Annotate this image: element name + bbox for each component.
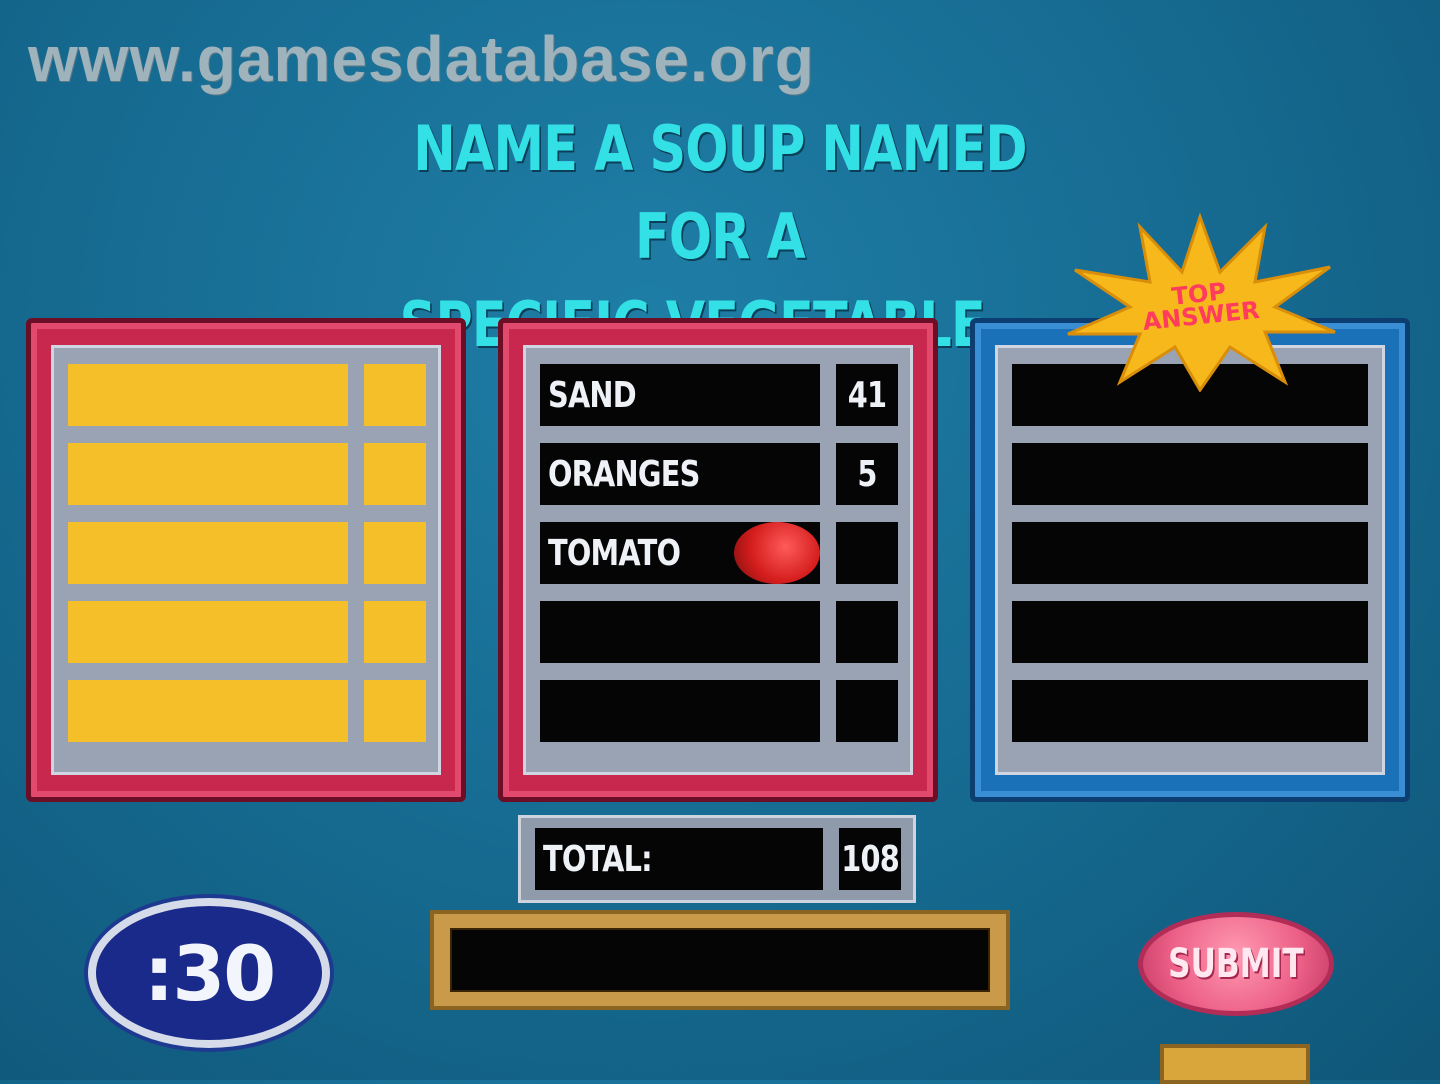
answer-row: TOMATO bbox=[540, 522, 898, 584]
answer-row: SAND 41 bbox=[540, 364, 898, 426]
hidden-answer-tile bbox=[68, 522, 348, 584]
answer-text: TOMATO bbox=[540, 522, 820, 584]
bottom-tab bbox=[1160, 1044, 1310, 1084]
left-board-grid bbox=[51, 345, 441, 775]
answer-text bbox=[540, 601, 820, 663]
total-value: 108 bbox=[839, 828, 901, 890]
answer-points: 41 bbox=[836, 364, 898, 426]
hidden-points-tile bbox=[364, 364, 426, 426]
empty-answer-slot bbox=[1012, 601, 1368, 663]
left-board-row bbox=[68, 364, 426, 426]
answer-input-frame bbox=[430, 910, 1010, 1010]
middle-board-grid: SAND 41 ORANGES 5 TOMATO bbox=[523, 345, 913, 775]
left-board-row bbox=[68, 601, 426, 663]
answer-row: ORANGES 5 bbox=[540, 443, 898, 505]
answer-points: 5 bbox=[836, 443, 898, 505]
total-label: TOTAL: bbox=[535, 828, 823, 890]
hidden-answer-tile bbox=[68, 680, 348, 742]
answer-text: SAND bbox=[540, 364, 820, 426]
right-board-row bbox=[1012, 601, 1368, 663]
total-score-box: TOTAL: 108 bbox=[518, 815, 916, 903]
hidden-answer-tile bbox=[68, 364, 348, 426]
right-board-grid bbox=[995, 345, 1385, 775]
answer-points bbox=[836, 522, 898, 584]
hidden-points-tile bbox=[364, 680, 426, 742]
left-board-row bbox=[68, 443, 426, 505]
empty-answer-slot bbox=[1012, 680, 1368, 742]
left-answer-board bbox=[26, 318, 466, 802]
left-board-row bbox=[68, 522, 426, 584]
empty-answer-slot bbox=[1012, 522, 1368, 584]
right-board-row bbox=[1012, 443, 1368, 505]
answer-text bbox=[540, 680, 820, 742]
submit-label: SUBMIT bbox=[1168, 941, 1304, 987]
hidden-points-tile bbox=[364, 601, 426, 663]
question-line-1: NAME A SOUP NAMED FOR A bbox=[413, 112, 1027, 273]
answer-row bbox=[540, 601, 898, 663]
answer-points bbox=[836, 601, 898, 663]
tomato-icon bbox=[734, 522, 820, 584]
hidden-answer-tile bbox=[68, 601, 348, 663]
hidden-answer-tile bbox=[68, 443, 348, 505]
answer-row bbox=[540, 680, 898, 742]
hidden-points-tile bbox=[364, 522, 426, 584]
right-board-row bbox=[1012, 680, 1368, 742]
answer-text: ORANGES bbox=[540, 443, 820, 505]
hidden-points-tile bbox=[364, 443, 426, 505]
answer-points bbox=[836, 680, 898, 742]
countdown-timer: :30 bbox=[88, 898, 330, 1048]
timer-value: :30 bbox=[143, 928, 276, 1018]
middle-answer-board: SAND 41 ORANGES 5 TOMATO bbox=[498, 318, 938, 802]
watermark: www.gamesdatabase.org bbox=[28, 23, 815, 95]
answer-input[interactable] bbox=[450, 928, 990, 992]
left-board-row bbox=[68, 680, 426, 742]
submit-button[interactable]: SUBMIT bbox=[1138, 912, 1334, 1016]
empty-answer-slot bbox=[1012, 443, 1368, 505]
right-board-row bbox=[1012, 522, 1368, 584]
